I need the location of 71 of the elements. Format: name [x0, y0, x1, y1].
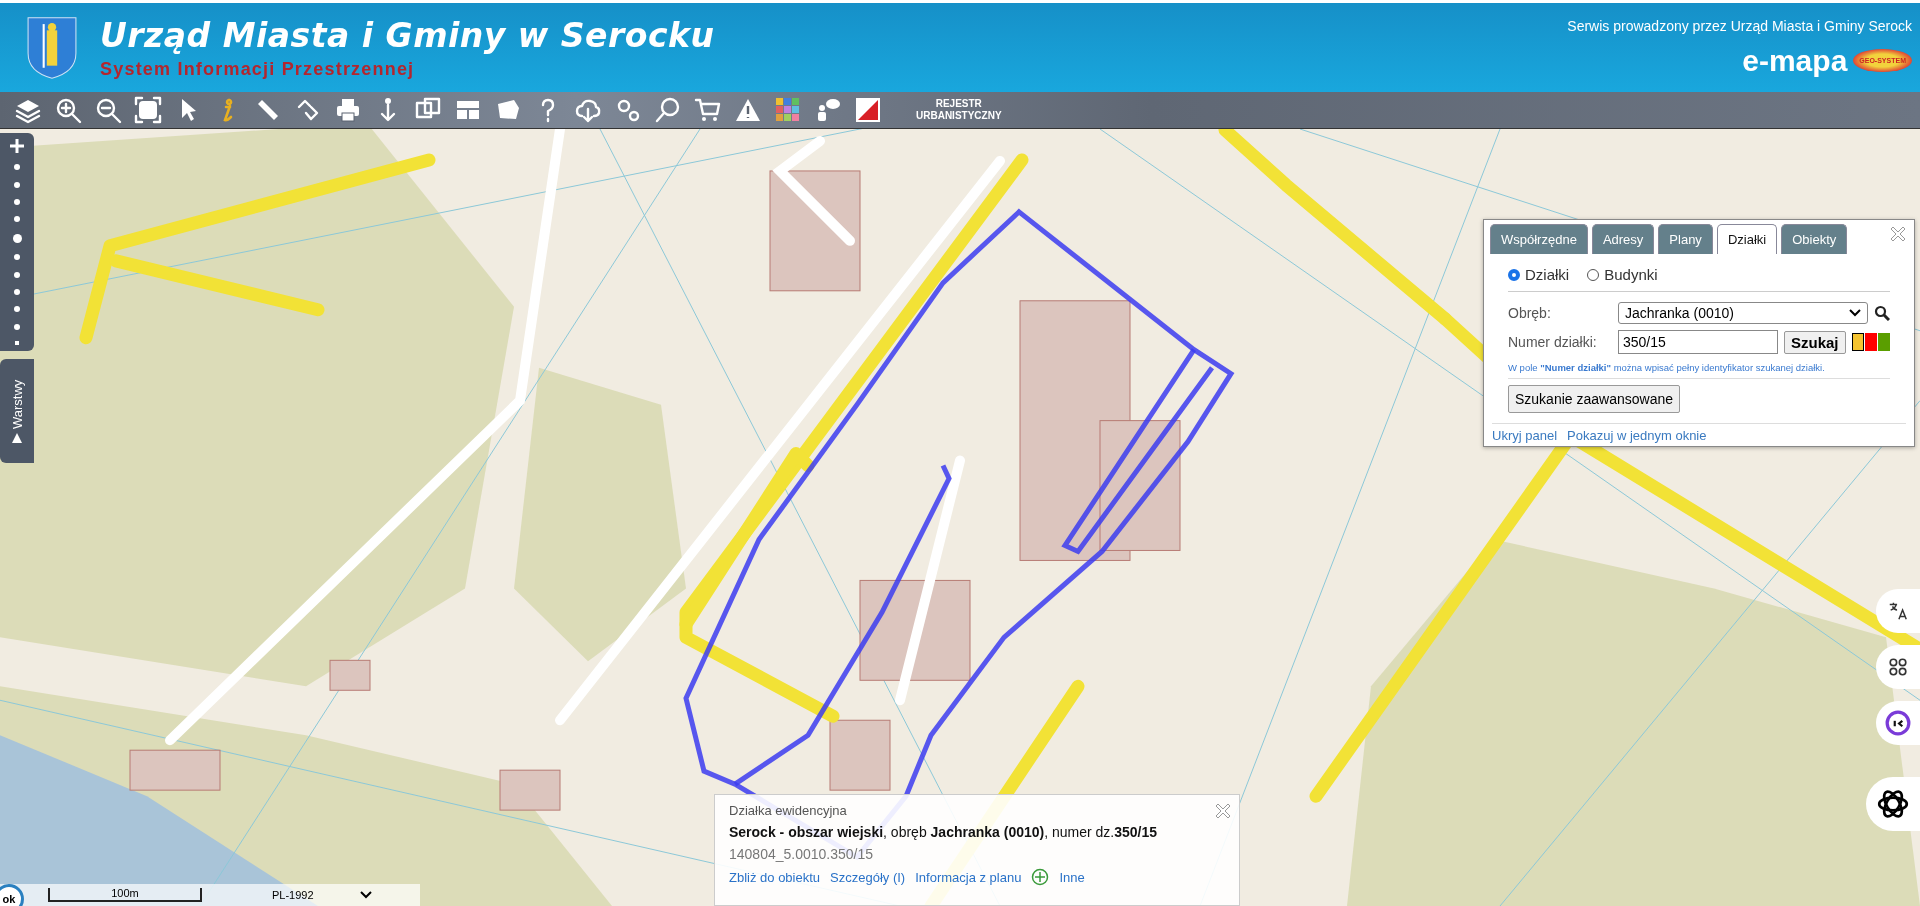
panel-tab[interactable]: Plany [1658, 224, 1713, 254]
search-icon[interactable] [1874, 305, 1890, 321]
site-title: Urząd Miasta i Gminy w Serocku [100, 15, 715, 55]
shortcuts-button[interactable] [1876, 645, 1920, 689]
zoom-in-button[interactable] [10, 139, 24, 153]
plus-icon [10, 139, 24, 153]
zoom-level-dot[interactable] [14, 288, 20, 295]
precinct-label: Obręb: [1508, 305, 1552, 321]
parcel-description: Serock - obszar wiejski, obręb Jachranka (0010), numer dz.350/15 [729, 824, 1159, 840]
chevron-icon [360, 891, 372, 899]
parcel-number-field[interactable]: 350/15 [1618, 330, 1778, 354]
layers-tab[interactable]: Warstwy [0, 359, 34, 463]
close-icon[interactable] [1890, 226, 1906, 242]
panel-tab[interactable]: Adresy [1591, 224, 1655, 254]
translate-button[interactable] [1876, 589, 1920, 633]
triangle-icon [12, 432, 22, 443]
zoom-level-dot[interactable] [14, 216, 20, 223]
zoom-level-dot[interactable] [14, 181, 20, 188]
coat-of-arms-icon [26, 14, 78, 81]
parcel-number-label: Numer działki: [1508, 334, 1598, 350]
mode-radio[interactable]: Budynki [1587, 266, 1658, 283]
panel-link[interactable]: Pokazuj w jednym oknie [1567, 428, 1707, 443]
precinct-select[interactable]: Jachranka (0010) [1618, 302, 1868, 324]
zoom-level-dot[interactable] [14, 271, 20, 278]
zoom-level-dot[interactable] [14, 164, 20, 171]
hint-text: W pole "Numer działki" można wpisać pełny identyfikator szukanej działki. [1508, 360, 1890, 379]
zoom-level-dot[interactable] [14, 199, 20, 206]
panel-tab[interactable]: Współrzędne [1490, 224, 1588, 254]
popup-link[interactable]: Zbliż do obiektu [729, 869, 821, 885]
mode-radio[interactable]: Działki [1508, 266, 1570, 283]
zoom-in-icon [54, 96, 82, 124]
cart-icon [694, 96, 722, 124]
scale-bar: 100m [48, 888, 202, 902]
popup-link[interactable]: Szczegóły (I) [830, 869, 906, 885]
color-swatch[interactable] [1851, 333, 1864, 351]
face-icon [1885, 710, 1911, 736]
color-swatch[interactable] [1877, 333, 1890, 351]
full-extent-icon [134, 96, 162, 124]
brand-logo-text: e-mapa [1742, 43, 1848, 78]
command-icon [1887, 656, 1909, 678]
site-subtitle: System Informacji Przestrzennej [100, 58, 416, 80]
service-note: Serwis prowadzony przez Urząd Miasta i Gminy Serock [1567, 17, 1912, 34]
popup-title: Działka ewidencyjna [729, 803, 847, 818]
search-button[interactable]: Szukaj [1784, 330, 1846, 354]
color-grid-icon [774, 96, 802, 124]
chevron-icon [1849, 309, 1861, 317]
panel-link[interactable]: Ukryj panel [1492, 428, 1558, 443]
search-location-icon [654, 96, 682, 124]
popup-link[interactable]: Informacja z planu [915, 869, 1022, 885]
zoom-level-dot[interactable] [14, 254, 20, 261]
zoom-level-dot[interactable] [14, 323, 20, 330]
panel-tab[interactable]: Obiekty [1781, 224, 1848, 254]
close-icon[interactable] [1215, 803, 1231, 819]
knot-icon [1876, 787, 1910, 821]
popup-link[interactable]: Inne [1059, 869, 1085, 885]
color-swatch[interactable] [1864, 333, 1877, 351]
panel-tab[interactable]: Działki [1716, 224, 1778, 254]
slash-square-icon [854, 96, 882, 124]
projection-select[interactable]: PL-1992 [272, 889, 372, 901]
print-icon [334, 96, 362, 124]
logo-badge: ok [0, 884, 24, 906]
zoom-out-icon [94, 96, 122, 124]
ai-button[interactable] [1866, 777, 1920, 831]
advanced-search-button[interactable]: Szukanie zaawansowane [1508, 385, 1680, 413]
register-button[interactable]: REJESTR URBANISTYCZNY [912, 98, 1006, 122]
parcel-identifier: 140804_5.0010.350/15 [729, 846, 875, 862]
plus-circle-icon [1031, 868, 1050, 886]
assistant-button[interactable] [1876, 701, 1920, 745]
translate-icon [1887, 600, 1909, 622]
zoom-level-dot[interactable] [14, 306, 20, 313]
zoom-level-dot[interactable] [12, 233, 22, 243]
